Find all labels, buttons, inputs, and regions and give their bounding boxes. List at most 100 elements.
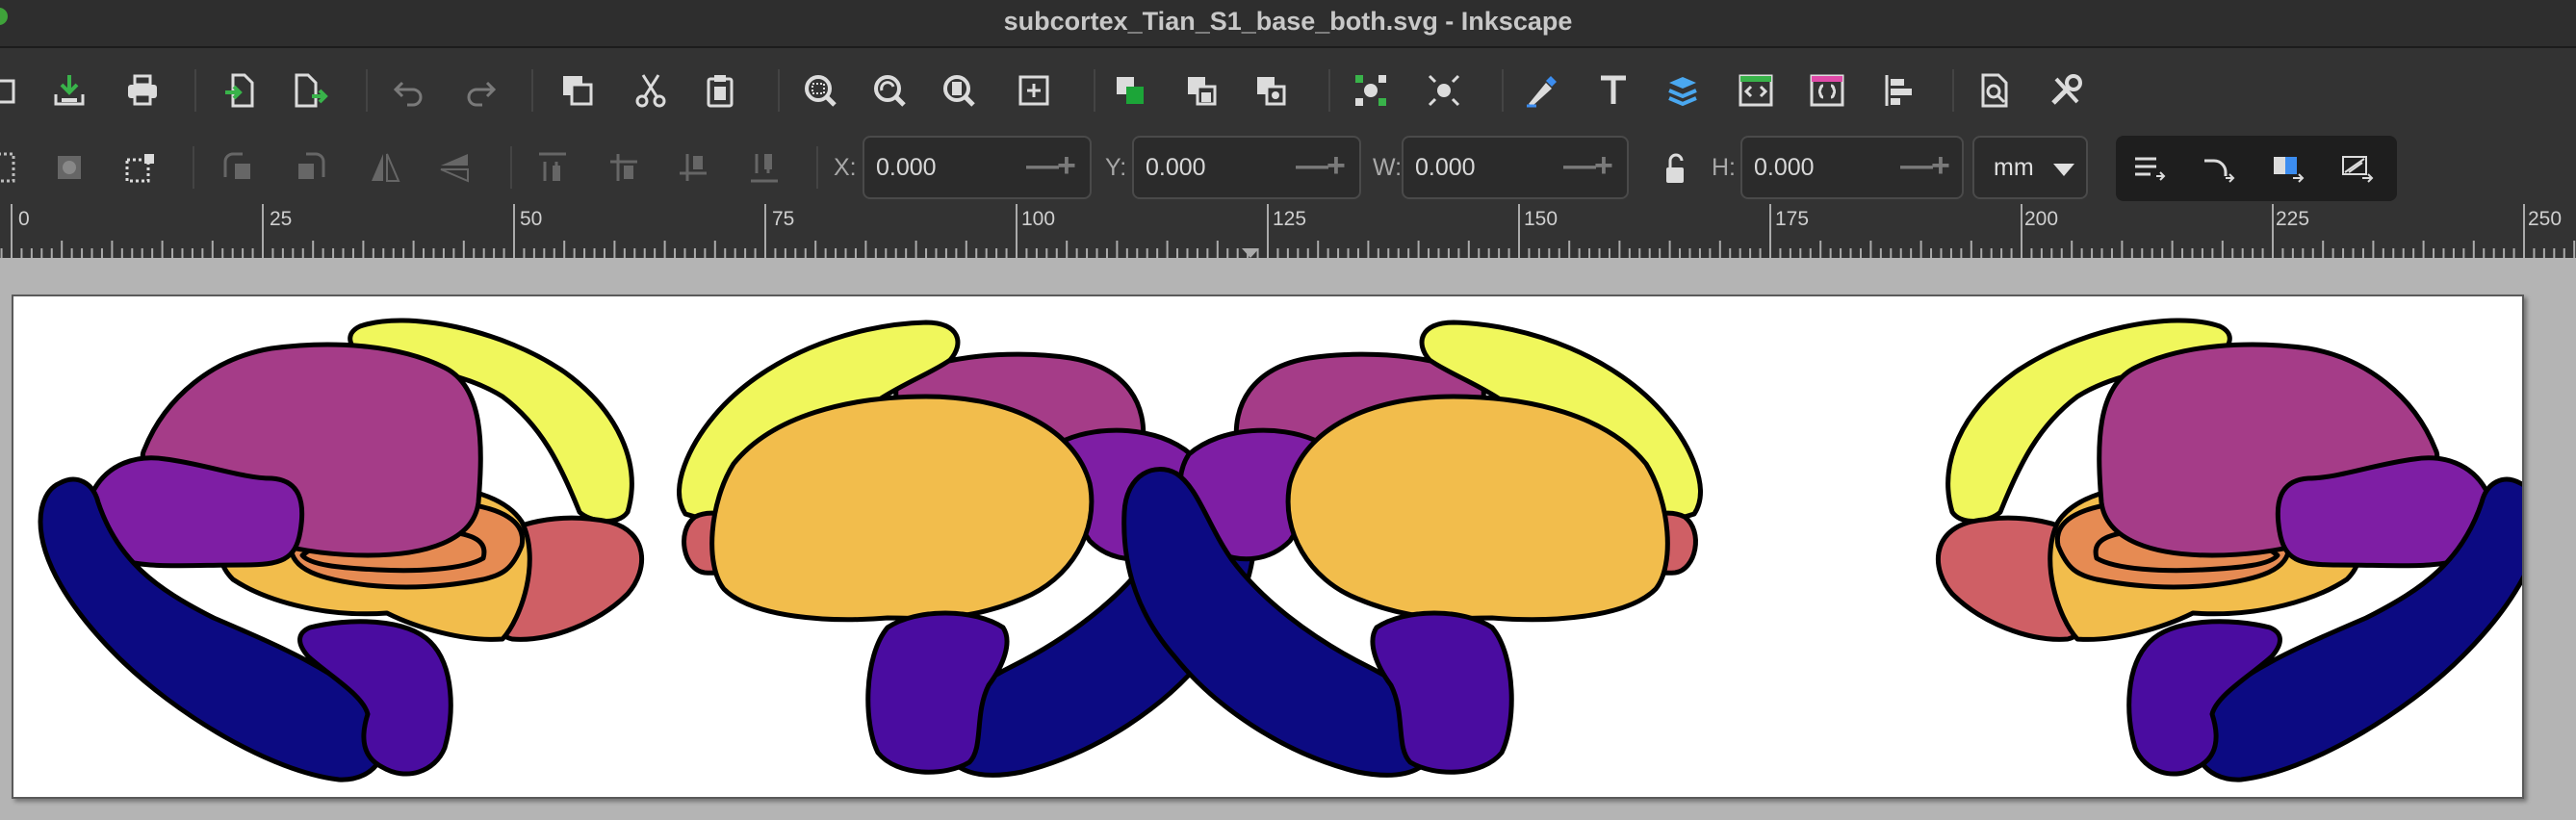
separator xyxy=(194,69,196,112)
w-label: W: xyxy=(1373,154,1403,181)
separator xyxy=(1094,69,1095,112)
x-input[interactable]: 0.000 — + xyxy=(863,136,1092,199)
window-title: subcortex_Tian_S1_base_both.svg - Inksca… xyxy=(1003,7,1573,36)
subcortex-view-3[interactable] xyxy=(1121,320,1703,778)
group-icon[interactable] xyxy=(1103,64,1157,117)
cut-icon[interactable] xyxy=(624,64,678,117)
transform-icon[interactable] xyxy=(1417,64,1471,117)
ruler-label: 50 xyxy=(520,208,543,230)
export-icon[interactable] xyxy=(283,64,337,117)
lower-icon[interactable] xyxy=(666,141,720,194)
w-increment-button[interactable]: + xyxy=(1594,147,1613,185)
ruler-label: 150 xyxy=(1524,208,1558,230)
separator xyxy=(816,146,818,189)
ruler-cursor-marker xyxy=(1242,248,1259,258)
separator xyxy=(1328,69,1330,112)
unit-value: mm xyxy=(1994,154,2034,181)
flip-vertical-icon[interactable] xyxy=(427,141,481,194)
y-label: Y: xyxy=(1105,154,1127,181)
x-increment-button[interactable]: + xyxy=(1057,147,1076,185)
ruler-label: 125 xyxy=(1273,208,1307,230)
raise-icon[interactable] xyxy=(597,141,651,194)
paste-icon[interactable] xyxy=(693,64,747,117)
selectors-icon[interactable] xyxy=(1800,64,1854,117)
title-bar: subcortex_Tian_S1_base_both.svg - Inksca… xyxy=(0,0,2576,48)
text-icon[interactable] xyxy=(1586,64,1640,117)
ruler-label: 100 xyxy=(1021,208,1056,230)
ruler-label: 0 xyxy=(18,208,30,230)
w-decrement-button[interactable]: — xyxy=(1563,147,1596,185)
x-decrement-button[interactable]: — xyxy=(1026,147,1059,185)
w-value: 0.000 xyxy=(1415,154,1476,181)
y-decrement-button[interactable]: — xyxy=(1296,147,1328,185)
ruler-label: 175 xyxy=(1775,208,1810,230)
subcortex-view-1[interactable] xyxy=(38,318,644,782)
separator xyxy=(1952,69,1954,112)
node-editor-icon[interactable] xyxy=(1344,64,1398,117)
y-input[interactable]: 0.000 — + xyxy=(1132,136,1361,199)
ruler-label: 25 xyxy=(270,208,293,230)
zoom-drawing-icon[interactable] xyxy=(863,64,916,117)
x-label: X: xyxy=(834,154,857,181)
select-all-icon[interactable] xyxy=(0,141,27,194)
scale-corners-icon[interactable] xyxy=(2191,141,2245,195)
y-increment-button[interactable]: + xyxy=(1327,147,1346,185)
separator xyxy=(778,69,780,112)
commands-toolbar xyxy=(0,48,2576,133)
subcortex-view-4[interactable] xyxy=(1936,318,2522,782)
lock-open-icon[interactable] xyxy=(1648,142,1702,196)
horizontal-ruler[interactable]: 0 25 50 75 100 125 150 175 200 225 250 xyxy=(0,204,2576,258)
unlink-clone-icon[interactable] xyxy=(1244,64,1298,117)
zoom-fit-icon[interactable] xyxy=(1007,64,1061,117)
move-gradients-icon[interactable] xyxy=(2260,141,2314,195)
y-value: 0.000 xyxy=(1146,154,1206,181)
subcortex-drawing[interactable] xyxy=(13,296,2522,797)
h-increment-button[interactable]: + xyxy=(1931,147,1950,185)
zoom-selection-icon[interactable] xyxy=(793,64,847,117)
h-input[interactable]: 0.000 — + xyxy=(1740,136,1964,199)
canvas[interactable] xyxy=(0,258,2576,820)
align-icon[interactable] xyxy=(1871,64,1925,117)
transform-behavior-group xyxy=(2116,136,2397,201)
h-decrement-button[interactable]: — xyxy=(1900,147,1933,185)
rotate-cw-icon[interactable] xyxy=(283,141,337,194)
duplicate-icon[interactable] xyxy=(551,64,605,117)
flip-horizontal-icon[interactable] xyxy=(358,141,412,194)
separator xyxy=(1502,69,1504,112)
chevron-down-icon xyxy=(2053,164,2074,176)
xml-editor-icon[interactable] xyxy=(1729,64,1783,117)
document-page[interactable] xyxy=(12,295,2524,799)
select-all-layers-icon[interactable] xyxy=(42,141,96,194)
zoom-page-icon[interactable] xyxy=(932,64,986,117)
separator xyxy=(510,146,512,189)
raise-to-top-icon[interactable] xyxy=(526,141,580,194)
lower-to-bottom-icon[interactable] xyxy=(737,141,791,194)
import-icon[interactable] xyxy=(214,64,268,117)
undo-icon[interactable] xyxy=(381,64,435,117)
print-icon[interactable] xyxy=(116,64,169,117)
rotate-ccw-icon[interactable] xyxy=(212,141,266,194)
document-properties-icon[interactable] xyxy=(1968,64,2022,117)
ruler-label: 75 xyxy=(772,208,795,230)
deselect-icon[interactable] xyxy=(114,141,167,194)
preferences-icon[interactable] xyxy=(2039,64,2093,117)
separator xyxy=(193,146,194,189)
move-patterns-icon[interactable] xyxy=(2330,141,2383,195)
layers-icon[interactable] xyxy=(1656,64,1710,117)
ruler-label: 250 xyxy=(2528,208,2563,230)
redo-icon[interactable] xyxy=(454,64,508,117)
fill-stroke-icon[interactable] xyxy=(1513,64,1567,117)
scale-stroke-icon[interactable] xyxy=(2122,141,2176,195)
w-input[interactable]: 0.000 — + xyxy=(1402,136,1629,199)
separator xyxy=(366,69,368,112)
h-label: H: xyxy=(1712,154,1736,181)
separator xyxy=(531,69,533,112)
x-value: 0.000 xyxy=(876,154,937,181)
unit-select[interactable]: mm xyxy=(1972,136,2088,199)
ruler-label: 200 xyxy=(2024,208,2059,230)
ruler-label: 225 xyxy=(2276,208,2310,230)
ungroup-icon[interactable] xyxy=(1174,64,1228,117)
h-value: 0.000 xyxy=(1754,154,1815,181)
open-icon[interactable] xyxy=(0,64,27,117)
save-icon[interactable] xyxy=(42,64,96,117)
